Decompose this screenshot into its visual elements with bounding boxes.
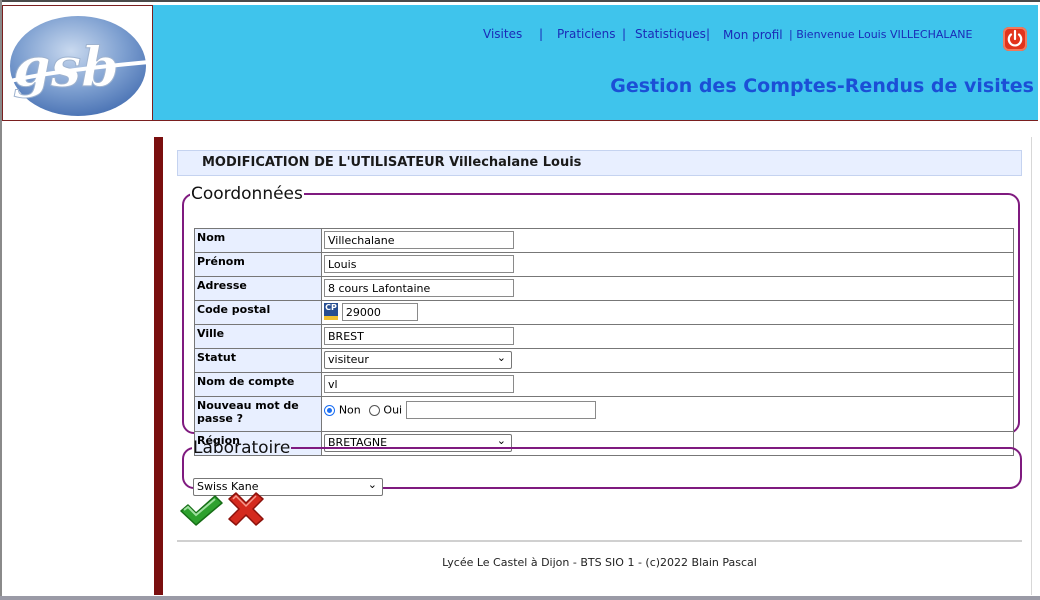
nom-compte-label: Nom de compte (194, 372, 322, 397)
footer-divider (177, 540, 1022, 542)
nav-welcome: | Bienvenue Louis VILLECHALANE (789, 28, 973, 41)
footer-text: Lycée Le Castel à Dijon - BTS SIO 1 - (c… (442, 556, 757, 569)
mdp-oui-label: Oui (383, 403, 403, 417)
postal-code-icon: CP (324, 303, 338, 320)
nom-label: Nom (194, 228, 322, 253)
table-row: Nouveau mot de passe ? Non Oui (194, 396, 1014, 432)
table-row: Statut visiteur ⌄ (194, 348, 1014, 373)
mdp-oui-radio[interactable] (368, 404, 380, 416)
new-password-input[interactable] (405, 401, 596, 419)
ville-label: Ville (194, 324, 322, 349)
chevron-down-icon: ⌄ (367, 478, 377, 491)
header: Visites | Praticiens | Statistiques | Mo… (153, 5, 1038, 121)
table-row: Ville (194, 324, 1014, 349)
laboratoire-legend: Laboratoire (193, 438, 291, 458)
nom-compte-input[interactable] (324, 375, 514, 393)
nav-visites[interactable]: Visites (483, 27, 522, 41)
table-row: Nom (194, 228, 1014, 253)
cross-icon (228, 492, 264, 526)
page-title: Gestion des Comptes-Rendus de visites (610, 75, 1034, 97)
nav-separator: | (622, 27, 627, 41)
statut-label: Statut (194, 348, 322, 373)
form-title: MODIFICATION DE L'UTILISATEUR Villechala… (202, 155, 582, 170)
code-postal-input[interactable] (341, 303, 418, 321)
table-row: Prénom (194, 252, 1014, 277)
user-form-table: Nom Prénom Adresse Code postal CP Vi (194, 228, 1014, 456)
nouveau-mdp-label: Nouveau mot de passe ? (194, 396, 322, 432)
prenom-label: Prénom (194, 252, 322, 277)
table-row: Code postal CP (194, 300, 1014, 325)
nav-bar: Visites | Praticiens | Statistiques | Mo… (153, 27, 1038, 47)
gsb-logo-icon: gsb (6, 16, 150, 116)
nom-input[interactable] (324, 231, 514, 249)
nav-mon-profil[interactable]: Mon profil (723, 28, 783, 42)
coordonnees-fieldset: Coordonnées Nom Prénom Adresse Code post… (182, 184, 1020, 456)
validate-button[interactable] (178, 494, 224, 526)
window-top-border (0, 0, 1040, 2)
nav-statistiques[interactable]: Statistiques (635, 27, 706, 41)
logo[interactable]: gsb (2, 5, 153, 121)
adresse-input[interactable] (324, 279, 514, 297)
coordonnees-legend: Coordonnées (191, 184, 303, 204)
adresse-label: Adresse (194, 276, 322, 301)
content-left-bar (154, 137, 163, 595)
check-icon (180, 495, 223, 526)
power-icon (1007, 29, 1023, 47)
prenom-input[interactable] (324, 255, 514, 273)
table-row: Nom de compte (194, 372, 1014, 397)
code-postal-label: Code postal (194, 300, 322, 325)
mdp-non-label: Non (338, 403, 361, 417)
chevron-down-icon: ⌄ (496, 351, 506, 364)
nav-separator: | (706, 27, 711, 41)
logout-button[interactable] (1003, 27, 1027, 51)
laboratoire-fieldset: Laboratoire Swiss Kane ⌄ (182, 438, 1022, 496)
mdp-non-radio[interactable] (324, 404, 335, 416)
nav-separator: | (539, 27, 544, 41)
ville-input[interactable] (324, 327, 514, 345)
nav-praticiens[interactable]: Praticiens (557, 27, 616, 41)
statut-value: visiteur (328, 353, 369, 366)
content-right-border (1031, 137, 1032, 595)
table-row: Adresse (194, 276, 1014, 301)
form-title-bar: MODIFICATION DE L'UTILISATEUR Villechala… (177, 150, 1022, 176)
window-bottom-border (0, 596, 1040, 600)
cancel-button[interactable] (226, 492, 266, 526)
statut-select[interactable]: visiteur ⌄ (324, 351, 512, 369)
